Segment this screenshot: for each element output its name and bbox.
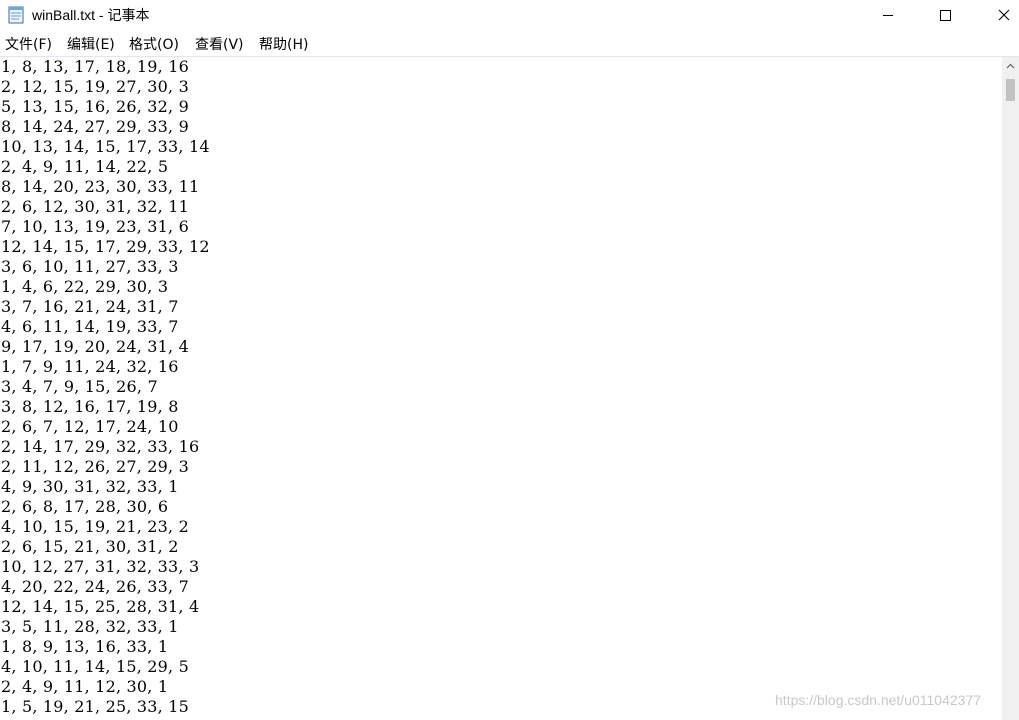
menu-file[interactable]: 文件(F) bbox=[5, 34, 52, 54]
text-line: 4, 6, 11, 14, 19, 33, 7 bbox=[1, 317, 179, 336]
text-editor-area[interactable]: 1, 8, 13, 17, 18, 19, 16 2, 12, 15, 19, 2… bbox=[0, 57, 1002, 720]
minimize-button[interactable] bbox=[865, 0, 911, 30]
scroll-thumb[interactable] bbox=[1006, 79, 1015, 101]
close-button[interactable] bbox=[981, 0, 1019, 30]
menu-format[interactable]: 格式(O) bbox=[129, 34, 179, 54]
text-line: 12, 14, 15, 17, 29, 33, 12 bbox=[1, 237, 210, 256]
text-line: 3, 8, 12, 16, 17, 19, 8 bbox=[1, 397, 179, 416]
text-line: 5, 13, 15, 16, 26, 32, 9 bbox=[1, 97, 189, 116]
maximize-button[interactable] bbox=[922, 0, 968, 30]
text-line: 2, 6, 15, 21, 30, 31, 2 bbox=[1, 537, 179, 556]
title-bar[interactable]: winBall.txt - 记事本 bbox=[0, 0, 1019, 30]
text-line: 8, 14, 24, 27, 29, 33, 9 bbox=[1, 117, 189, 136]
window-title: winBall.txt - 记事本 bbox=[32, 7, 150, 23]
scroll-up-arrow-icon bbox=[1006, 63, 1015, 68]
menu-bar: 文件(F) 编辑(E) 格式(O) 查看(V) 帮助(H) bbox=[0, 30, 1019, 55]
text-line: 1, 8, 9, 13, 16, 33, 1 bbox=[1, 637, 169, 656]
text-line: 7, 10, 13, 19, 23, 31, 6 bbox=[1, 217, 189, 236]
text-line: 1, 4, 6, 22, 29, 30, 3 bbox=[1, 277, 169, 296]
scroll-up-button[interactable] bbox=[1002, 57, 1019, 74]
text-line: 10, 12, 27, 31, 32, 33, 3 bbox=[1, 557, 200, 576]
text-line: 10, 13, 14, 15, 17, 33, 14 bbox=[1, 137, 210, 156]
text-line: 3, 6, 10, 11, 27, 33, 3 bbox=[1, 257, 179, 276]
text-line: 4, 9, 30, 31, 32, 33, 1 bbox=[1, 477, 179, 496]
text-line: 2, 11, 12, 26, 27, 29, 3 bbox=[1, 457, 189, 476]
maximize-icon bbox=[940, 10, 951, 21]
text-line: 3, 4, 7, 9, 15, 26, 7 bbox=[1, 377, 158, 396]
menu-help[interactable]: 帮助(H) bbox=[259, 34, 308, 54]
text-line: 3, 5, 11, 28, 32, 33, 1 bbox=[1, 617, 179, 636]
text-line: 1, 7, 9, 11, 24, 32, 16 bbox=[1, 357, 179, 376]
text-line: 8, 14, 20, 23, 30, 33, 11 bbox=[1, 177, 200, 196]
close-icon bbox=[998, 9, 1010, 21]
minimize-icon bbox=[883, 15, 893, 16]
text-line: 12, 14, 15, 25, 28, 31, 4 bbox=[1, 597, 200, 616]
notepad-icon bbox=[8, 6, 24, 24]
text-line: 2, 6, 8, 17, 28, 30, 6 bbox=[1, 497, 169, 516]
text-line: 4, 10, 15, 19, 21, 23, 2 bbox=[1, 517, 189, 536]
vertical-scrollbar[interactable] bbox=[1002, 57, 1019, 720]
text-line: 3, 7, 16, 21, 24, 31, 7 bbox=[1, 297, 179, 316]
text-line: 1, 8, 13, 17, 18, 19, 16 bbox=[1, 57, 189, 76]
text-line: 2, 14, 17, 29, 32, 33, 16 bbox=[1, 437, 200, 456]
text-line: 4, 10, 11, 14, 15, 29, 5 bbox=[1, 657, 189, 676]
watermark: https://blog.csdn.net/u011042377 bbox=[775, 692, 982, 708]
menu-edit[interactable]: 编辑(E) bbox=[67, 34, 115, 54]
text-line: 2, 6, 12, 30, 31, 32, 11 bbox=[1, 197, 189, 216]
menu-view[interactable]: 查看(V) bbox=[195, 34, 244, 54]
text-line: 2, 4, 9, 11, 14, 22, 5 bbox=[1, 157, 169, 176]
text-line: 2, 6, 7, 12, 17, 24, 10 bbox=[1, 417, 179, 436]
text-line: 2, 12, 15, 19, 27, 30, 3 bbox=[1, 77, 189, 96]
text-line: 4, 20, 22, 24, 26, 33, 7 bbox=[1, 577, 189, 596]
text-line: 9, 17, 19, 20, 24, 31, 4 bbox=[1, 337, 189, 356]
